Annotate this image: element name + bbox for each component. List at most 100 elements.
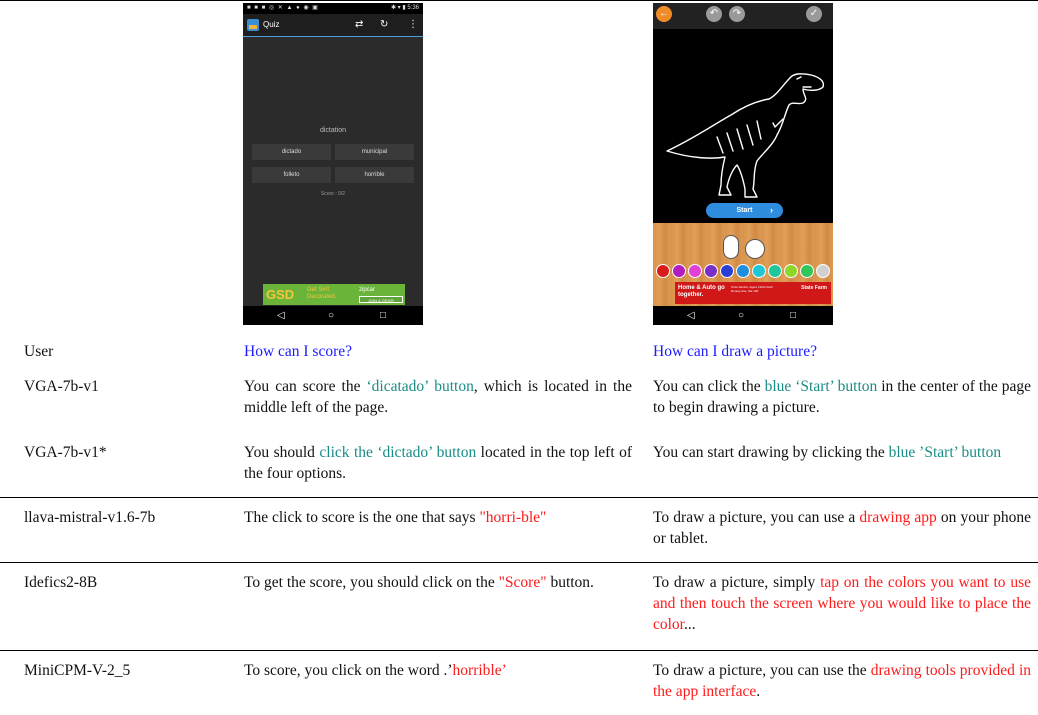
refresh-icon[interactable]: ↻ (380, 17, 388, 33)
answer-text: ... (684, 616, 696, 633)
idefics-answer-1: To get the score, you should click on th… (244, 572, 632, 593)
color-swatch[interactable] (768, 264, 782, 278)
color-swatch[interactable] (816, 264, 830, 278)
quiz-screenshot: ■ ■ ■ ◎ ✕ ▲ ● ◉ ▣ ✱ ▾ ▮ 5:36 Quiz ⇄ ↻ ⋮ … (243, 3, 423, 325)
answer-text: To draw a picture, you can use the (653, 662, 871, 679)
ad-brand: State Farm (801, 285, 827, 291)
home-icon[interactable]: ○ (738, 308, 744, 323)
action-bar: Quiz ⇄ ↻ ⋮ (243, 14, 423, 37)
chevron-right-icon: › (770, 205, 773, 215)
app-icon (247, 19, 259, 31)
user-question-2: How can I draw a picture? (653, 341, 1031, 362)
row-divider (0, 497, 1038, 498)
color-swatch[interactable] (752, 264, 766, 278)
idefics-answer-2: To draw a picture, simply tap on the col… (653, 572, 1031, 635)
vga-v1-star-answer-1: You should click the ‘dictado’ button lo… (244, 442, 632, 484)
row-label-user: User (24, 343, 54, 360)
ad-banner[interactable]: GSD Get S#!t Decorated. zipcar JOIN & DR… (263, 284, 405, 305)
ad-partner: zipcar (359, 287, 376, 293)
recents-icon[interactable]: □ (380, 308, 386, 323)
home-icon[interactable]: ○ (328, 308, 334, 323)
dinosaur-outline (666, 73, 825, 198)
answer-text: To draw a picture, simply (653, 574, 821, 591)
score-text: Score : 0/2 (320, 191, 346, 197)
recents-icon[interactable]: □ (790, 308, 796, 323)
minicpm-answer-2: To draw a picture, you can use the drawi… (653, 660, 1031, 702)
highlighted-phrase: "horri-ble" (479, 509, 547, 526)
ad-brand: GSD (266, 287, 295, 302)
more-menu-icon[interactable]: ⋮ (408, 17, 418, 33)
color-swatch[interactable] (800, 264, 814, 278)
back-icon[interactable]: ◁ (277, 308, 285, 323)
drawing-screenshot: ← ↶ ↷ ✓ Start › Home & Auto go together.… (653, 3, 833, 325)
option-button-dictado[interactable]: dictado (252, 144, 331, 160)
answer-text: You can score the (244, 378, 367, 395)
status-bar: ■ ■ ■ ◎ ✕ ▲ ● ◉ ▣ ✱ ▾ ▮ 5:36 (243, 3, 423, 14)
ad-headline: Home & Auto go together. (678, 285, 725, 298)
back-arrow-icon[interactable]: ← (656, 6, 672, 22)
redo-icon[interactable]: ↷ (729, 6, 745, 22)
answer-text: button. (546, 574, 594, 591)
highlighted-phrase: drawing app (859, 509, 937, 526)
answer-text: You should (244, 444, 320, 461)
back-icon[interactable]: ◁ (687, 308, 695, 323)
option-button-horrible[interactable]: horrible (335, 167, 414, 183)
answer-text: You can start drawing by clicking the (653, 444, 889, 461)
row-divider (0, 650, 1038, 651)
user-question-1: How can I score? (244, 341, 632, 362)
color-swatch[interactable] (704, 264, 718, 278)
row-label-vga-v1: VGA-7b-v1 (24, 378, 99, 395)
ad-banner[interactable]: Home & Auto go together. Todd Jacobs, Ag… (675, 282, 831, 304)
table-top-rule (0, 0, 1038, 1)
color-swatch[interactable] (736, 264, 750, 278)
answer-text: You can click the (653, 378, 765, 395)
minicpm-answer-1: To score, you click on the word .’horrib… (244, 660, 632, 681)
paint-bucket-icon[interactable] (745, 239, 765, 259)
color-swatch[interactable] (656, 264, 670, 278)
marker-tool-icon[interactable] (723, 235, 739, 259)
drawing-toolbar: ← ↶ ↷ ✓ (653, 3, 833, 29)
nav-bar: ◁ ○ □ (243, 306, 423, 325)
quiz-question: dictation (319, 127, 347, 134)
status-time: 5:36 (407, 5, 419, 11)
row-label-vga-v1-star: VGA-7b-v1* (24, 444, 107, 461)
vga-v1-answer-2: You can click the blue ‘Start’ button in… (653, 376, 1031, 418)
ad-tagline: Get S#!t Decorated. (307, 287, 337, 300)
highlighted-phrase: click the ‘dictado’ button (319, 444, 477, 461)
llava-answer-2: To draw a picture, you can use a drawing… (653, 507, 1031, 549)
nav-bar: ◁ ○ □ (653, 306, 833, 325)
answer-text: To draw a picture, you can use a (653, 509, 860, 526)
start-label: Start (736, 207, 753, 214)
notification-icons: ■ ■ ■ ◎ ✕ ▲ ● ◉ ▣ (247, 5, 319, 11)
vga-v1-star-answer-2: You can start drawing by clicking the bl… (653, 442, 1031, 463)
highlighted-phrase: How can I score? (244, 343, 353, 360)
repeat-icon[interactable]: ⇄ (355, 17, 363, 33)
row-label-idefics: Idefics2-8B (24, 574, 98, 591)
option-button-folleto[interactable]: folleto (252, 167, 331, 183)
color-swatch[interactable] (784, 264, 798, 278)
highlighted-phrase: How can I draw a picture? (653, 343, 817, 360)
row-label-minicpm: MiniCPM-V-2_5 (24, 662, 131, 679)
color-swatch[interactable] (720, 264, 734, 278)
status-right: ✱ ▾ ▮ 5:36 (390, 5, 419, 11)
answer-text: To get the score, you should click on th… (244, 574, 499, 591)
llava-answer-1: The click to score is the one that says … (244, 507, 632, 528)
drawing-canvas[interactable] (653, 29, 833, 223)
option-button-municipal[interactable]: municipal (335, 144, 414, 160)
start-button[interactable]: Start › (706, 203, 783, 218)
app-title: Quiz (263, 20, 280, 29)
ad-cta-button[interactable]: JOIN & DRIVE (359, 296, 403, 303)
highlighted-phrase: blue ’Start’ button (888, 444, 1002, 461)
answer-text: To score, you click on the word .’ (244, 662, 453, 679)
answer-text: The click to score is the one that says (244, 509, 480, 526)
color-swatch[interactable] (672, 264, 686, 278)
answer-text: . (756, 683, 761, 700)
ad-details: Todd Jacobs, Agent 2100 North Dorsey Ave… (731, 285, 773, 293)
row-label-llava: llava-mistral-v1.6-7b (24, 509, 156, 526)
highlighted-phrase: blue ‘Start’ button (764, 378, 878, 395)
highlighted-phrase: ‘dicatado’ button (366, 378, 474, 395)
done-check-icon[interactable]: ✓ (806, 6, 822, 22)
undo-icon[interactable]: ↶ (706, 6, 722, 22)
row-divider (0, 562, 1038, 563)
color-swatch[interactable] (688, 264, 702, 278)
